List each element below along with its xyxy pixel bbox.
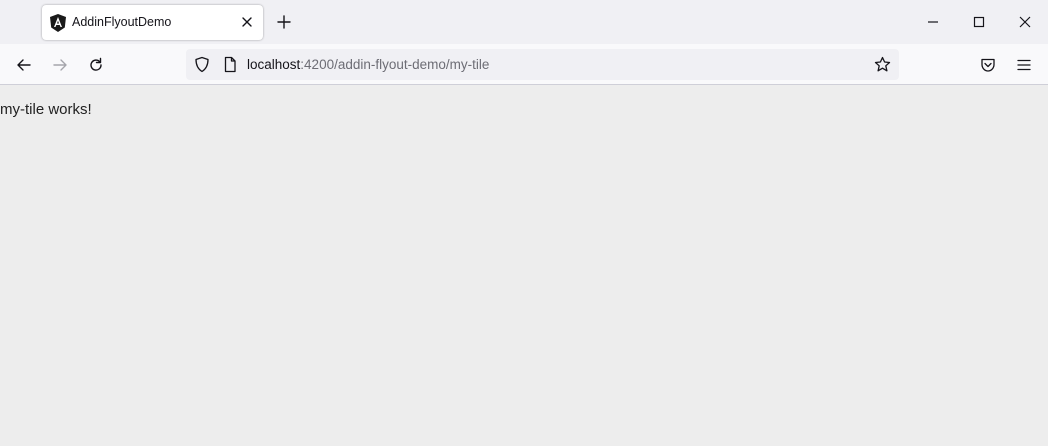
url-host: localhost <box>247 57 301 72</box>
back-arrow-icon[interactable] <box>15 56 33 74</box>
url-bar[interactable]: localhost:4200/addin-flyout-demo/my-tile <box>186 49 899 80</box>
page-content: my-tile works! <box>0 85 1048 446</box>
angular-logo-icon <box>50 14 66 32</box>
new-tab-icon[interactable] <box>276 14 292 30</box>
tab-close-icon[interactable] <box>240 15 254 29</box>
shield-icon[interactable] <box>194 56 210 73</box>
page-icon[interactable] <box>223 56 237 73</box>
minimize-icon[interactable] <box>925 14 941 30</box>
browser-tab[interactable]: AddinFlyoutDemo <box>42 5 263 40</box>
reload-icon[interactable] <box>87 56 105 74</box>
close-icon[interactable] <box>1017 14 1033 30</box>
pocket-icon[interactable] <box>979 56 997 74</box>
page-text: my-tile works! <box>0 101 92 118</box>
tab-bar: AddinFlyoutDemo <box>0 0 1048 44</box>
maximize-icon[interactable] <box>971 14 987 30</box>
star-icon[interactable] <box>874 56 891 73</box>
navigation-toolbar: localhost:4200/addin-flyout-demo/my-tile <box>0 44 1048 85</box>
url-path: :4200/addin-flyout-demo/my-tile <box>300 57 490 72</box>
menu-icon[interactable] <box>1015 56 1033 74</box>
forward-arrow-icon[interactable] <box>51 56 69 74</box>
url-text[interactable]: localhost:4200/addin-flyout-demo/my-tile <box>247 57 489 72</box>
tab-title: AddinFlyoutDemo <box>72 15 172 29</box>
